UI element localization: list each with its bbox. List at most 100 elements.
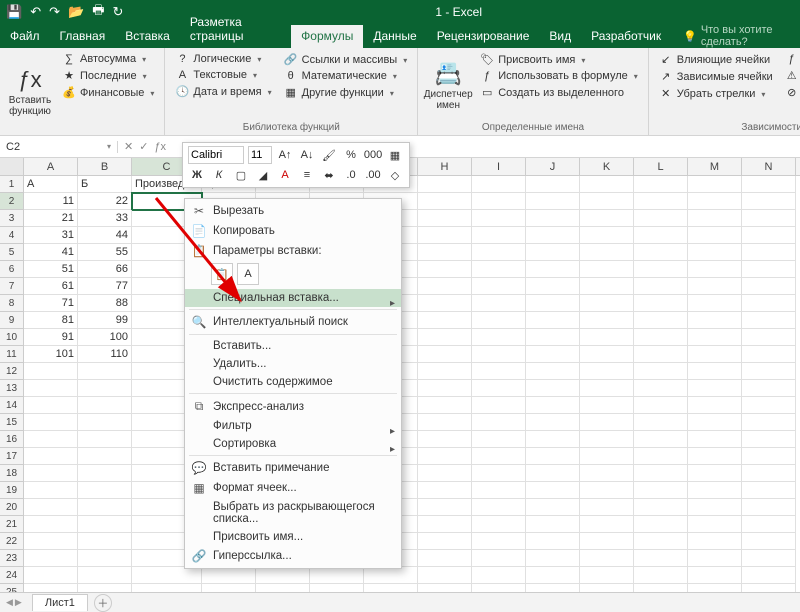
cell[interactable] bbox=[78, 414, 132, 431]
cell[interactable] bbox=[472, 431, 526, 448]
cell[interactable] bbox=[418, 499, 472, 516]
cell[interactable] bbox=[742, 499, 796, 516]
row-header[interactable]: 23 bbox=[0, 550, 24, 567]
cell[interactable]: 44 bbox=[78, 227, 132, 244]
cell[interactable] bbox=[472, 380, 526, 397]
cell[interactable] bbox=[418, 584, 472, 592]
select-all-corner[interactable] bbox=[0, 158, 24, 175]
cell[interactable] bbox=[526, 380, 580, 397]
cell[interactable] bbox=[688, 448, 742, 465]
cell[interactable] bbox=[78, 550, 132, 567]
cell[interactable] bbox=[634, 550, 688, 567]
cell[interactable] bbox=[688, 329, 742, 346]
paste-option-all[interactable]: 📋 bbox=[211, 263, 233, 285]
column-header[interactable]: N bbox=[742, 158, 796, 175]
cell[interactable] bbox=[742, 431, 796, 448]
ctx-clear[interactable]: Очистить содержимое bbox=[185, 373, 401, 391]
cell[interactable] bbox=[526, 584, 580, 592]
qat-save-icon[interactable]: 💾 bbox=[6, 4, 22, 20]
cell[interactable] bbox=[742, 193, 796, 210]
cell[interactable] bbox=[202, 584, 256, 592]
cell[interactable] bbox=[526, 482, 580, 499]
cell[interactable] bbox=[472, 448, 526, 465]
cell[interactable] bbox=[688, 550, 742, 567]
cell[interactable] bbox=[688, 482, 742, 499]
table-icon[interactable]: ▦ bbox=[386, 146, 404, 164]
cell[interactable] bbox=[472, 499, 526, 516]
cell[interactable] bbox=[472, 414, 526, 431]
cell[interactable] bbox=[688, 567, 742, 584]
cell[interactable] bbox=[78, 482, 132, 499]
cell[interactable]: 110 bbox=[78, 346, 132, 363]
sheet-tab[interactable]: Лист1 bbox=[32, 594, 88, 611]
cell[interactable] bbox=[688, 227, 742, 244]
logical-button[interactable]: ?Логические bbox=[171, 52, 275, 66]
cell[interactable] bbox=[418, 193, 472, 210]
cell[interactable] bbox=[526, 414, 580, 431]
row-header[interactable]: 1 bbox=[0, 176, 24, 193]
fill-color-icon[interactable]: ◢ bbox=[254, 166, 272, 184]
column-header[interactable]: B bbox=[78, 158, 132, 175]
cell[interactable] bbox=[472, 329, 526, 346]
paste-option-values[interactable]: A bbox=[237, 263, 259, 285]
cell[interactable] bbox=[24, 567, 78, 584]
cell[interactable] bbox=[742, 176, 796, 193]
cell[interactable] bbox=[24, 533, 78, 550]
cell[interactable] bbox=[580, 329, 634, 346]
cell[interactable] bbox=[526, 346, 580, 363]
ctx-quick-analysis[interactable]: ⧉Экспресс-анализ bbox=[185, 396, 401, 417]
cell[interactable] bbox=[580, 312, 634, 329]
cell[interactable]: 31 bbox=[24, 227, 78, 244]
cell[interactable] bbox=[526, 227, 580, 244]
cell[interactable] bbox=[742, 278, 796, 295]
cell[interactable]: 33 bbox=[78, 210, 132, 227]
cell[interactable]: 77 bbox=[78, 278, 132, 295]
cell[interactable] bbox=[418, 346, 472, 363]
row-header[interactable]: 9 bbox=[0, 312, 24, 329]
cell[interactable] bbox=[634, 312, 688, 329]
cell[interactable] bbox=[634, 533, 688, 550]
cell[interactable] bbox=[526, 261, 580, 278]
cell[interactable]: 51 bbox=[24, 261, 78, 278]
ctx-cut[interactable]: ✂Вырезать bbox=[185, 201, 401, 221]
cell[interactable] bbox=[418, 431, 472, 448]
cell[interactable] bbox=[688, 261, 742, 278]
row-header[interactable]: 2 bbox=[0, 193, 24, 210]
row-header[interactable]: 21 bbox=[0, 516, 24, 533]
cell[interactable] bbox=[24, 550, 78, 567]
cell[interactable] bbox=[634, 380, 688, 397]
cell[interactable] bbox=[580, 261, 634, 278]
cell[interactable] bbox=[634, 465, 688, 482]
cell[interactable] bbox=[78, 431, 132, 448]
ctx-pick-from-list[interactable]: Выбрать из раскрывающегося списка... bbox=[185, 498, 401, 528]
column-header[interactable]: M bbox=[688, 158, 742, 175]
add-sheet-button[interactable]: ＋ bbox=[94, 594, 112, 612]
cell[interactable] bbox=[580, 499, 634, 516]
cell[interactable] bbox=[634, 482, 688, 499]
cell[interactable] bbox=[634, 414, 688, 431]
tab-разметка страницы[interactable]: Разметка страницы bbox=[180, 11, 291, 48]
cell[interactable] bbox=[526, 567, 580, 584]
cell[interactable] bbox=[78, 448, 132, 465]
row-header[interactable]: 8 bbox=[0, 295, 24, 312]
row-header[interactable]: 20 bbox=[0, 499, 24, 516]
cell[interactable] bbox=[472, 295, 526, 312]
cell[interactable] bbox=[742, 465, 796, 482]
row-header[interactable]: 19 bbox=[0, 482, 24, 499]
cell[interactable] bbox=[256, 567, 310, 584]
cell[interactable] bbox=[24, 380, 78, 397]
font-size-input[interactable] bbox=[248, 146, 272, 164]
cell[interactable] bbox=[526, 431, 580, 448]
row-header[interactable]: 13 bbox=[0, 380, 24, 397]
cell[interactable] bbox=[634, 346, 688, 363]
cell[interactable] bbox=[580, 584, 634, 592]
cell[interactable] bbox=[472, 193, 526, 210]
cell[interactable] bbox=[742, 261, 796, 278]
cell[interactable] bbox=[418, 448, 472, 465]
cell[interactable]: 11 bbox=[24, 193, 78, 210]
datetime-button[interactable]: 🕓Дата и время bbox=[171, 84, 275, 99]
recent-button[interactable]: ★Последние bbox=[58, 68, 158, 83]
row-header[interactable]: 7 bbox=[0, 278, 24, 295]
cell[interactable] bbox=[688, 414, 742, 431]
cell[interactable] bbox=[364, 584, 418, 592]
